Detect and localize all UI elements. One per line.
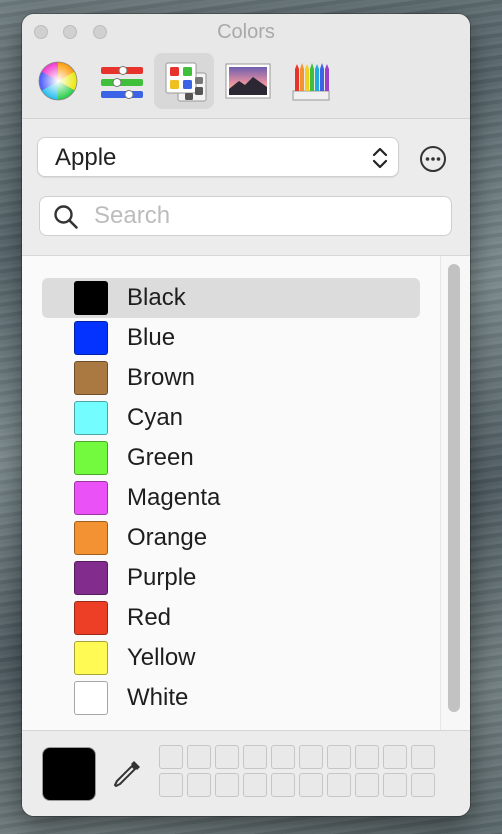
color-name: White: [127, 684, 189, 711]
color-list-item[interactable]: Green: [42, 438, 420, 478]
search-icon: [54, 205, 78, 229]
custom-color-slot[interactable]: [411, 773, 435, 797]
color-palettes-tab[interactable]: [154, 53, 214, 109]
color-list-item[interactable]: Purple: [42, 558, 420, 598]
palette-select[interactable]: Apple: [37, 137, 399, 177]
color-name: Blue: [127, 324, 176, 351]
custom-color-slot[interactable]: [299, 745, 323, 769]
custom-color-slot[interactable]: [327, 773, 351, 797]
custom-color-slot[interactable]: [271, 773, 295, 797]
color-swatch: [74, 561, 108, 595]
color-list-item[interactable]: Yellow: [42, 638, 420, 678]
color-name: Brown: [127, 364, 196, 391]
color-swatch: [74, 361, 108, 395]
color-name: Orange: [127, 524, 208, 551]
custom-color-slot[interactable]: [355, 773, 379, 797]
color-name: Green: [127, 444, 194, 471]
color-swatch: [74, 641, 108, 675]
color-list-item[interactable]: Cyan: [42, 398, 420, 438]
custom-color-slot[interactable]: [383, 745, 407, 769]
custom-color-slot[interactable]: [299, 773, 323, 797]
color-swatch: [74, 401, 108, 435]
pencils-icon: [292, 63, 330, 101]
color-swatch: [74, 681, 108, 715]
search-field[interactable]: [39, 196, 452, 236]
color-wheel-tab[interactable]: [28, 53, 88, 109]
color-name: Magenta: [127, 484, 221, 511]
up-down-chevron-icon: [372, 147, 388, 169]
color-swatch: [74, 321, 108, 355]
custom-color-slot[interactable]: [243, 745, 267, 769]
pencils-tab[interactable]: [280, 53, 340, 109]
color-name: Yellow: [127, 644, 196, 671]
color-list-item[interactable]: Orange: [42, 518, 420, 558]
palette-select-value: Apple: [55, 144, 117, 171]
more-options-icon[interactable]: [419, 145, 447, 173]
color-swatch: [74, 601, 108, 635]
custom-color-slot[interactable]: [411, 745, 435, 769]
color-sliders-tab[interactable]: [91, 53, 151, 109]
custom-color-slot[interactable]: [215, 773, 239, 797]
scrollbar-track[interactable]: [440, 256, 470, 730]
color-name: Black: [127, 284, 186, 311]
color-palettes-icon: [165, 62, 207, 102]
custom-color-slot[interactable]: [243, 773, 267, 797]
image-palette-icon: [225, 63, 271, 99]
custom-color-slot[interactable]: [355, 745, 379, 769]
color-swatch: [74, 481, 108, 515]
color-list-item[interactable]: Blue: [42, 318, 420, 358]
colors-window: Colors Apple Search Black Blue Brown Cya…: [22, 14, 470, 816]
color-list-item[interactable]: White: [42, 678, 420, 718]
image-palettes-tab[interactable]: [217, 53, 277, 109]
custom-color-slot[interactable]: [159, 773, 183, 797]
scrollbar-thumb[interactable]: [448, 264, 460, 712]
color-list-item[interactable]: Red: [42, 598, 420, 638]
color-swatch: [74, 281, 108, 315]
color-list-item[interactable]: Black: [42, 278, 420, 318]
color-list: Black Blue Brown Cyan Green Magenta Orange Purp…: [22, 256, 470, 730]
bottom-bar: [22, 730, 470, 816]
color-sliders-icon: [101, 66, 143, 99]
custom-color-slot[interactable]: [187, 745, 211, 769]
title-bar: Colors: [22, 14, 470, 119]
color-name: Red: [127, 604, 172, 631]
window-title: Colors: [217, 21, 275, 43]
eyedropper-icon[interactable]: [110, 757, 144, 791]
search-input[interactable]: [94, 203, 434, 229]
custom-color-slot[interactable]: [327, 745, 351, 769]
color-name: Cyan: [127, 404, 184, 431]
color-swatch: [74, 441, 108, 475]
color-list-item[interactable]: Brown: [42, 358, 420, 398]
color-swatch: [74, 521, 108, 555]
color-wheel-icon: [38, 61, 78, 101]
color-list-item[interactable]: Magenta: [42, 478, 420, 518]
custom-color-slot[interactable]: [159, 745, 183, 769]
custom-color-slot[interactable]: [383, 773, 407, 797]
custom-color-slot[interactable]: [271, 745, 295, 769]
custom-color-slot[interactable]: [215, 745, 239, 769]
palette-controls: Apple: [22, 119, 470, 256]
custom-color-slot[interactable]: [187, 773, 211, 797]
current-color-well[interactable]: [42, 747, 96, 801]
color-name: Purple: [127, 564, 197, 591]
